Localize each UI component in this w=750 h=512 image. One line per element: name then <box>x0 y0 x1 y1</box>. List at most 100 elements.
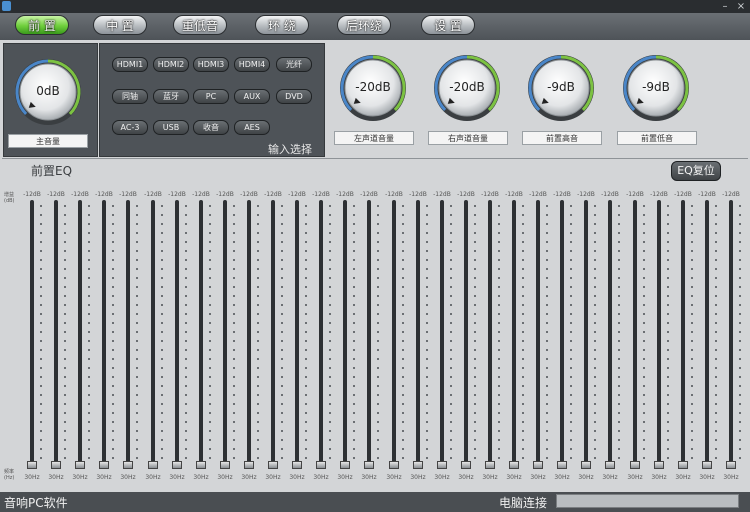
input-button-11[interactable]: USB <box>153 120 189 135</box>
eq-slider-thumb[interactable] <box>244 461 254 469</box>
gain-axis-label: 增益(dB) <box>4 192 15 204</box>
eq-slider-thumb[interactable] <box>437 461 447 469</box>
eq-slider-thumb[interactable] <box>461 461 471 469</box>
eq-slider-track[interactable] <box>126 200 130 465</box>
eq-slider-track[interactable] <box>705 200 709 465</box>
eq-slider-track[interactable] <box>151 200 155 465</box>
eq-slider-track[interactable] <box>560 200 564 465</box>
band-freq-label: 30Hz <box>96 474 112 481</box>
eq-slider-track[interactable] <box>657 200 661 465</box>
band-freq-label: 30Hz <box>410 474 426 481</box>
input-button-5[interactable]: 同轴 <box>112 89 148 104</box>
front-bass-knob[interactable]: -9dB <box>621 53 691 123</box>
input-button-2[interactable]: HDMI3 <box>193 57 229 72</box>
eq-title: 前置EQ <box>31 164 73 178</box>
eq-scale-ticks <box>739 205 741 460</box>
front-bass-value: -9dB <box>642 80 670 94</box>
app-icon <box>2 1 11 11</box>
tab-front[interactable]: 前 置 <box>15 15 69 35</box>
eq-slider-track[interactable] <box>78 200 82 465</box>
tab-surround[interactable]: 环 绕 <box>255 15 309 35</box>
eq-slider-thumb[interactable] <box>413 461 423 469</box>
input-button-12[interactable]: 收音 <box>193 120 229 135</box>
tab-settings[interactable]: 设 置 <box>421 15 475 35</box>
eq-slider-track[interactable] <box>367 200 371 465</box>
tab-center[interactable]: 中 置 <box>93 15 147 35</box>
tab-subwoofer[interactable]: 重低音 <box>173 15 227 35</box>
eq-slider-thumb[interactable] <box>27 461 37 469</box>
eq-slider-thumb[interactable] <box>123 461 133 469</box>
eq-slider-track[interactable] <box>392 200 396 465</box>
eq-slider-thumb[interactable] <box>220 461 230 469</box>
eq-slider-track[interactable] <box>175 200 179 465</box>
master-volume-value: 0dB <box>36 84 60 98</box>
minimize-button[interactable]: – <box>718 0 732 13</box>
eq-slider-track[interactable] <box>488 200 492 465</box>
eq-slider-thumb[interactable] <box>340 461 350 469</box>
eq-slider-thumb[interactable] <box>99 461 109 469</box>
eq-slider-thumb[interactable] <box>148 461 158 469</box>
eq-slider-track[interactable] <box>512 200 516 465</box>
input-button-9[interactable]: DVD <box>276 89 312 104</box>
input-button-6[interactable]: 蓝牙 <box>153 89 189 104</box>
eq-slider-track[interactable] <box>584 200 588 465</box>
eq-slider-track[interactable] <box>54 200 58 465</box>
eq-slider-thumb[interactable] <box>702 461 712 469</box>
eq-slider-track[interactable] <box>319 200 323 465</box>
eq-slider-thumb[interactable] <box>389 461 399 469</box>
eq-slider-track[interactable] <box>464 200 468 465</box>
eq-slider-track[interactable] <box>343 200 347 465</box>
eq-slider-thumb[interactable] <box>726 461 736 469</box>
master-volume-knob[interactable]: 0dB <box>13 57 83 127</box>
eq-slider-track[interactable] <box>271 200 275 465</box>
input-button-4[interactable]: 光纤 <box>276 57 312 72</box>
eq-slider-thumb[interactable] <box>172 461 182 469</box>
input-button-7[interactable]: PC <box>193 89 229 104</box>
eq-scale-ticks <box>618 205 620 460</box>
eq-slider-thumb[interactable] <box>485 461 495 469</box>
tab-rear-surround[interactable]: 后环绕 <box>337 15 391 35</box>
eq-slider-track[interactable] <box>681 200 685 465</box>
band-gain-label: -12dB <box>457 191 475 198</box>
close-button[interactable]: × <box>734 0 748 13</box>
left-volume-knob[interactable]: -20dB <box>338 53 408 123</box>
input-button-1[interactable]: HDMI2 <box>153 57 189 72</box>
eq-slider-track[interactable] <box>633 200 637 465</box>
eq-slider-thumb[interactable] <box>75 461 85 469</box>
eq-slider-track[interactable] <box>536 200 540 465</box>
eq-slider-thumb[interactable] <box>678 461 688 469</box>
input-button-13[interactable]: AES <box>234 120 270 135</box>
eq-slider-track[interactable] <box>247 200 251 465</box>
eq-slider-track[interactable] <box>416 200 420 465</box>
eq-slider-thumb[interactable] <box>605 461 615 469</box>
eq-slider-thumb[interactable] <box>268 461 278 469</box>
band-freq-label: 30Hz <box>675 474 691 481</box>
eq-slider-track[interactable] <box>223 200 227 465</box>
eq-slider-track[interactable] <box>608 200 612 465</box>
eq-slider-track[interactable] <box>30 200 34 465</box>
input-button-10[interactable]: AC-3 <box>112 120 148 135</box>
eq-slider-thumb[interactable] <box>364 461 374 469</box>
eq-slider-thumb[interactable] <box>557 461 567 469</box>
input-button-3[interactable]: HDMI4 <box>234 57 270 72</box>
eq-slider-track[interactable] <box>102 200 106 465</box>
eq-slider-track[interactable] <box>199 200 203 465</box>
right-volume-knob[interactable]: -20dB <box>432 53 502 123</box>
input-button-0[interactable]: HDMI1 <box>112 57 148 72</box>
eq-slider-track[interactable] <box>729 200 733 465</box>
eq-slider-thumb[interactable] <box>581 461 591 469</box>
eq-slider-thumb[interactable] <box>196 461 206 469</box>
eq-slider-thumb[interactable] <box>654 461 664 469</box>
eq-slider-thumb[interactable] <box>533 461 543 469</box>
eq-slider-thumb[interactable] <box>292 461 302 469</box>
eq-slider-track[interactable] <box>295 200 299 465</box>
eq-slider-thumb[interactable] <box>51 461 61 469</box>
eq-slider-thumb[interactable] <box>509 461 519 469</box>
eq-reset-button[interactable]: EQ复位 <box>671 161 721 181</box>
eq-slider-thumb[interactable] <box>630 461 640 469</box>
eq-scale-ticks <box>402 205 404 460</box>
input-button-8[interactable]: AUX <box>234 89 270 104</box>
front-treble-knob[interactable]: -9dB <box>526 53 596 123</box>
eq-slider-track[interactable] <box>440 200 444 465</box>
eq-slider-thumb[interactable] <box>316 461 326 469</box>
